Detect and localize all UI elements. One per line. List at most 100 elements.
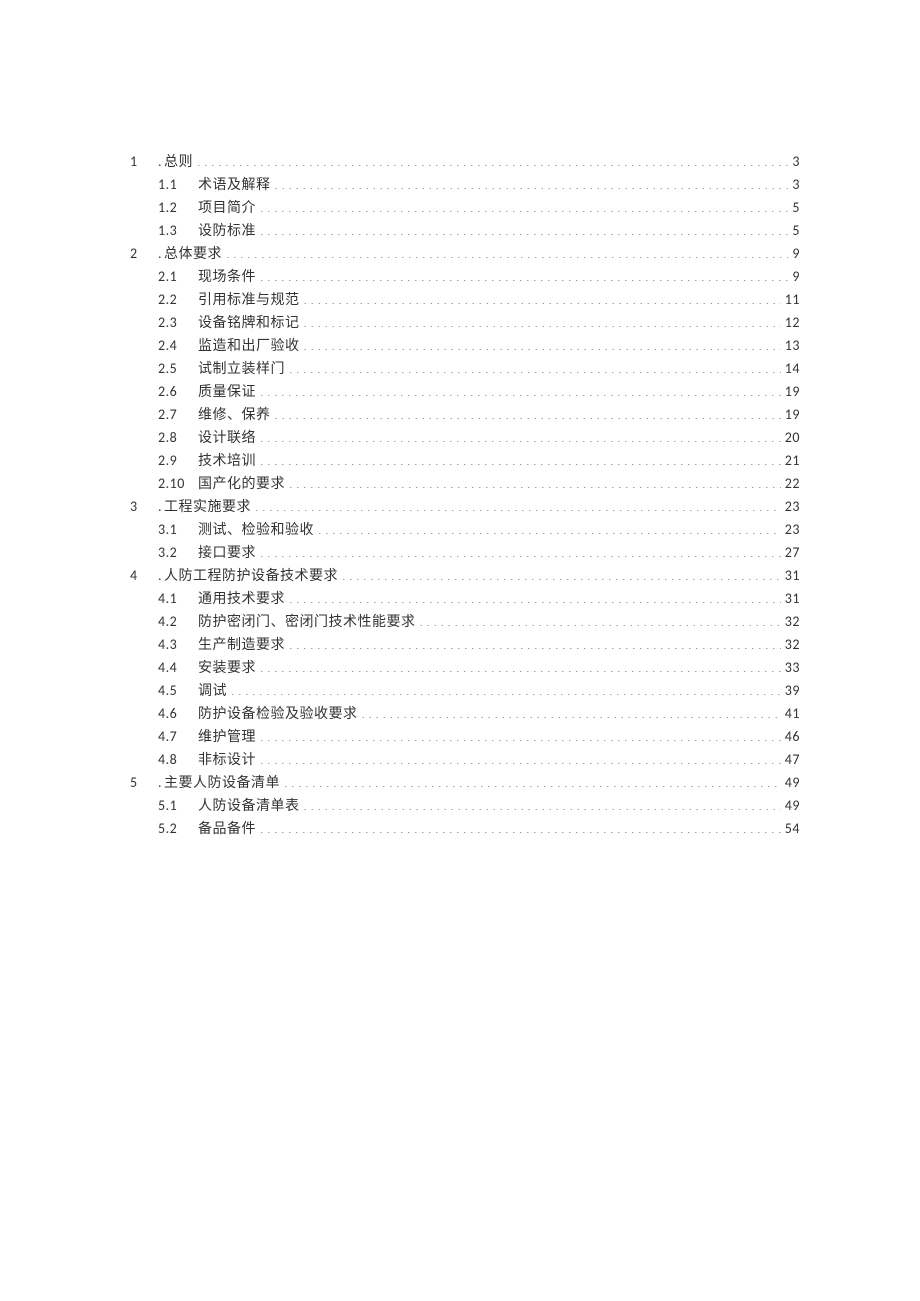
toc-entry-page: 9 [788, 242, 800, 265]
toc-entry-number: 2.3 [158, 311, 198, 334]
toc-entry-title: 通用技术要求 [198, 588, 285, 611]
toc-entry-title: 技术培训 [198, 450, 256, 473]
toc-entry-page: 22 [781, 472, 800, 495]
toc-entry-number: 4.2 [158, 610, 198, 633]
toc-entry: 5.1人防设备清单表49 [130, 794, 800, 817]
toc-entry: 2.8设计联络20 [130, 426, 800, 449]
toc-leader-dots [314, 520, 781, 534]
toc-leader-dots [300, 313, 781, 327]
toc-entry-number: 2.10 [158, 472, 198, 495]
toc-entry: 4.8非标设计47 [130, 748, 800, 771]
toc-entry-page: 19 [781, 403, 800, 426]
toc-entry-title: 现场条件 [198, 266, 256, 289]
toc-leader-dots [256, 198, 788, 212]
toc-entry-page: 14 [781, 357, 800, 380]
toc-entry: 2.4监造和出厂验收 13 [130, 334, 800, 357]
toc-entry: 4.1通用技术要求 31 [130, 587, 800, 610]
toc-entry: 3.2接口要求27 [130, 541, 800, 564]
toc-leader-dots [256, 727, 781, 741]
toc-entry: 2.7维修、保养19 [130, 403, 800, 426]
toc-entry-number: 5 [130, 771, 158, 794]
toc-entry: 4.3生产制造要求32 [130, 633, 800, 656]
toc-entry-prefix: . [158, 496, 162, 519]
toc-leader-dots [416, 612, 781, 626]
toc-entry: 2.总体要求9 [130, 242, 800, 265]
toc-entry: 1.总则3 [130, 150, 800, 173]
toc-entry-number: 4.6 [158, 702, 198, 725]
toc-leader-dots [338, 566, 781, 580]
toc-entry-number: 1.1 [158, 173, 198, 196]
toc-entry: 2.6质量保证19 [130, 380, 800, 403]
toc-leader-dots [256, 382, 781, 396]
toc-entry-title: 试制立装样门 [198, 358, 285, 381]
toc-entry: 2.3设备铭牌和标记12 [130, 311, 800, 334]
toc-entry-title: 安装要求 [198, 657, 256, 680]
toc-entry-title: 术语及解释 [198, 174, 271, 197]
toc-leader-dots [285, 635, 781, 649]
toc-entry-number: 2.8 [158, 426, 198, 449]
toc-entry: 4.人防工程防护设备技术要求31 [130, 564, 800, 587]
toc-entry-page: 49 [781, 794, 800, 817]
toc-entry-number: 2.2 [158, 288, 198, 311]
toc-entry-number: 1 [130, 150, 158, 173]
toc-leader-dots [256, 428, 781, 442]
toc-entry: 3.1测试、检验和验收23 [130, 518, 800, 541]
toc-entry-page: 21 [781, 449, 800, 472]
toc-entry: 5.2备品备件54 [130, 817, 800, 840]
toc-entry-page: 5 [788, 196, 800, 219]
toc-entry-page: 31 [781, 587, 800, 610]
toc-entry-number: 3.2 [158, 541, 198, 564]
toc-entry-title: 人防设备清单表 [198, 795, 300, 818]
toc-entry-page: 19 [781, 380, 800, 403]
toc-entry-number: 4.5 [158, 679, 198, 702]
toc-entry-number: 2.4 [158, 334, 198, 357]
toc-entry: 2.2引用标准与规范11 [130, 288, 800, 311]
toc-entry-page: 3 [788, 150, 800, 173]
toc-entry-page: 5 [788, 219, 800, 242]
toc-entry-title: 设计联络 [198, 427, 256, 450]
toc-leader-dots [256, 267, 788, 281]
toc-entry-title: 调试 [198, 680, 227, 703]
toc-entry-number: 4.7 [158, 725, 198, 748]
toc-entry: 5.主要人防设备清单49 [130, 771, 800, 794]
toc-entry-title: 人防工程防护设备技术要求 [164, 565, 338, 588]
toc-leader-dots [256, 221, 788, 235]
toc-leader-dots [271, 175, 789, 189]
toc-entry-number: 4.1 [158, 587, 198, 610]
toc-entry-page: 33 [781, 656, 800, 679]
toc-entry-page: 54 [781, 817, 800, 840]
toc-leader-dots [256, 750, 781, 764]
toc-entry-page: 32 [781, 633, 800, 656]
toc-leader-dots [256, 658, 781, 672]
toc-entry-number: 3 [130, 495, 158, 518]
toc-leader-dots [227, 681, 781, 695]
toc-leader-dots [256, 451, 781, 465]
toc-leader-dots [285, 474, 781, 488]
toc-leader-dots [300, 796, 781, 810]
toc-entry-title: 测试、检验和验收 [198, 519, 314, 542]
toc-entry-title: 国产化的要求 [198, 473, 285, 496]
toc-leader-dots [285, 589, 781, 603]
toc-entry-page: 46 [781, 725, 800, 748]
toc-entry-prefix: . [158, 243, 162, 266]
toc-entry-title: 监造和出厂验收 [198, 335, 300, 358]
toc-entry-title: 非标设计 [198, 749, 256, 772]
toc-entry-page: 13 [781, 334, 800, 357]
toc-entry-prefix: . [158, 565, 162, 588]
toc-entry-title: 总则 [164, 151, 193, 174]
toc-leader-dots [300, 336, 781, 350]
toc-entry-title: 项目简介 [198, 197, 256, 220]
toc-leader-dots [358, 704, 781, 718]
toc-entry-page: 23 [781, 518, 800, 541]
toc-entry: 2.1现场条件9 [130, 265, 800, 288]
toc-entry-title: 总体要求 [164, 243, 222, 266]
toc-entry-title: 引用标准与规范 [198, 289, 300, 312]
toc-leader-dots [280, 773, 781, 787]
toc-entry-page: 31 [781, 564, 800, 587]
toc-entry-page: 39 [781, 679, 800, 702]
toc-entry-title: 主要人防设备清单 [164, 772, 280, 795]
toc-entry: 4.5调试 39 [130, 679, 800, 702]
toc-entry-title: 生产制造要求 [198, 634, 285, 657]
table-of-contents: 1.总则31.1术语及解释31.2项目简介51.3设防标准52.总体要求92.1… [130, 150, 800, 840]
toc-entry: 2.5试制立装样门14 [130, 357, 800, 380]
